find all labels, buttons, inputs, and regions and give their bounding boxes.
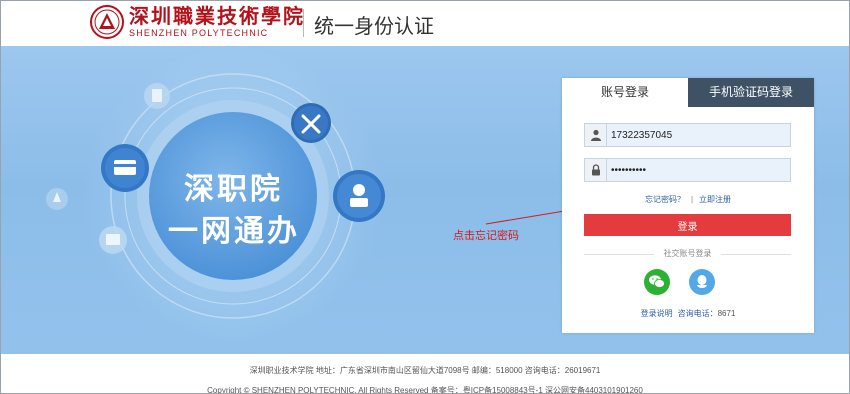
annotation-text: 点击忘记密码 xyxy=(453,230,519,242)
login-help-link[interactable]: 登录说明 xyxy=(641,309,673,318)
social-login-divider: 社交账号登录 xyxy=(584,248,791,260)
forgot-password-link[interactable]: 忘记密码？ xyxy=(645,195,685,204)
slogan-line-1: 深职院 xyxy=(184,172,283,207)
footer-copyright: Copyright © SHENZHEN POLYTECHNIC. All Ri… xyxy=(207,386,643,394)
slogan-line-2: 一网通办 xyxy=(168,214,300,249)
login-panel: 账号登录 手机验证码登录 忘记密码？ | 立即注册 登录 xyxy=(562,78,814,333)
school-name-cn: 深圳職業技術學院 xyxy=(129,4,305,28)
divider-line xyxy=(721,254,791,255)
help-line: 登录说明 咨询电话：8671 xyxy=(562,308,814,319)
tab-account-login[interactable]: 账号登录 xyxy=(562,78,688,107)
id-card-icon xyxy=(99,226,127,254)
header-divider xyxy=(303,9,304,37)
register-link[interactable]: 立即注册 xyxy=(699,195,731,204)
document-icon xyxy=(144,83,170,109)
link-separator: | xyxy=(690,195,694,204)
qq-icon xyxy=(697,275,707,288)
tab-sms-login[interactable]: 手机验证码登录 xyxy=(688,78,814,107)
qq-login-button[interactable] xyxy=(689,269,715,295)
user-icon xyxy=(585,124,607,146)
system-title: 统一身份认证 xyxy=(314,14,434,38)
username-field xyxy=(584,123,791,147)
wechat-login-button[interactable] xyxy=(644,269,670,295)
tools-icon xyxy=(291,103,331,143)
header: 深圳職業技術學院 SHENZHEN POLYTECHNIC 统一身份认证 xyxy=(1,1,849,46)
school-seal-logo xyxy=(90,5,124,39)
wechat-icon xyxy=(649,275,665,288)
login-button[interactable]: 登录 xyxy=(584,214,791,236)
phone-number: 8671 xyxy=(717,309,736,318)
password-field xyxy=(584,158,791,182)
account-links: 忘记密码？ | 立即注册 xyxy=(562,194,814,205)
page-frame: 深圳職業技術學院 SHENZHEN POLYTECHNIC 统一身份认证 深职院… xyxy=(0,0,850,394)
rocket-icon xyxy=(46,188,68,210)
username-input[interactable] xyxy=(611,124,789,146)
lock-icon xyxy=(585,159,607,181)
footer: 深圳职业技术学院 地址：广东省深圳市南山区留仙大道7098号 邮编：518000… xyxy=(1,354,849,394)
user-badge-icon xyxy=(333,170,385,222)
footer-address: 深圳职业技术学院 地址：广东省深圳市南山区留仙大道7098号 邮编：518000… xyxy=(249,366,601,375)
school-name-en: SHENZHEN POLYTECHNIC xyxy=(129,28,269,38)
phone-label: 咨询电话： xyxy=(677,309,718,318)
password-input[interactable] xyxy=(611,159,789,181)
card-icon xyxy=(101,144,149,192)
